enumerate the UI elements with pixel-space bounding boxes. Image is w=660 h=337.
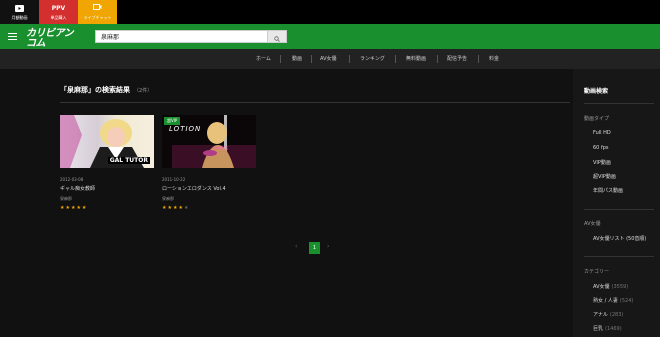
nav-divider (280, 55, 281, 63)
rating-stars-empty: ★ (183, 205, 190, 211)
search-icon (274, 27, 280, 46)
category-count: (283) (609, 312, 624, 318)
category-label: アナル (593, 312, 608, 318)
sidebar-item-full-hd[interactable]: Full HD (593, 130, 611, 136)
chevron-left-icon[interactable]: ‹ (295, 243, 297, 250)
sidebar-item-category[interactable]: アナル (283) (593, 311, 623, 318)
topbar-label: 単品購入 (50, 14, 67, 20)
vip-badge: 超VIP (164, 117, 181, 125)
nav-item-upcoming[interactable]: 配信予告 (447, 49, 467, 69)
search-box (95, 30, 287, 43)
nav-divider (395, 55, 396, 63)
live-chat-icon (93, 4, 102, 13)
sidebar-item-vip[interactable]: VIP動画 (593, 159, 611, 166)
category-label: AV女優 (593, 284, 610, 290)
video-actress[interactable]: 泉麻那 (162, 196, 256, 202)
nav-item-videos[interactable]: 動画 (292, 49, 302, 69)
rating-stars: ★★★★★ (60, 205, 154, 211)
sidebar-title: 動画検索 (584, 88, 609, 95)
video-card[interactable]: LOTION DANCE 超VIP 2011-10-22 ローションエロダンス … (162, 115, 256, 211)
video-card[interactable]: GAL TUTOR 2012-03-08 ギャル痴女教師 泉麻那 ★★★★★ (60, 115, 154, 211)
logo-wordmark: カリビアンコム (26, 28, 74, 49)
search-button[interactable] (267, 31, 286, 42)
sidebar-item-category[interactable]: 熟女 / 人妻 (524) (593, 297, 633, 304)
search-sidebar: 動画検索 動画タイプ Full HD 60 fps VIP動画 超VIP動画 年… (573, 69, 660, 337)
results-title: 「泉麻那」の検索結果 (60, 86, 130, 94)
play-icon (15, 4, 24, 13)
nav-divider (437, 55, 438, 63)
results-heading: 「泉麻那」の検索結果 （2件） (60, 85, 152, 95)
sidebar-item-category[interactable]: AV女優 (3559) (593, 283, 628, 290)
results-count: （2件） (134, 88, 153, 94)
sidebar-section-heading: カテゴリー (584, 269, 610, 275)
category-count: (524) (619, 298, 634, 304)
sidebar-section-heading: AV女優 (584, 221, 601, 227)
nav-item-ranking[interactable]: ランキング (360, 49, 385, 69)
category-count: (3559) (611, 284, 629, 290)
video-date: 2011-10-22 (162, 177, 186, 182)
nav-item-home[interactable]: ホーム (256, 49, 271, 69)
page-button-current[interactable]: 1 (309, 242, 320, 254)
nav-item-free-videos[interactable]: 無料動画 (406, 49, 426, 69)
category-label: 巨乳 (593, 326, 604, 332)
sidebar-item-category[interactable]: 巨乳 (1469) (593, 325, 622, 332)
menu-icon[interactable] (8, 33, 17, 40)
sidebar-item-super-vip[interactable]: 超VIP動画 (593, 173, 616, 180)
pagination: ‹ 1 › (290, 242, 340, 254)
video-title[interactable]: ギャル痴女教師 (60, 185, 154, 192)
topbar-label: 月額動画 (11, 14, 28, 20)
topbar-label: ライブチャット (83, 14, 112, 20)
divider (60, 102, 570, 103)
rating-stars: ★★★★★ (162, 205, 256, 211)
nav-divider (349, 55, 350, 63)
sidebar-item-60fps[interactable]: 60 fps (593, 145, 609, 151)
rating-stars-filled: ★★★★★ (60, 205, 88, 211)
nav-item-pricing[interactable]: 料金 (489, 49, 499, 69)
nav-divider (311, 55, 312, 63)
divider (584, 209, 654, 210)
thumbnail-subtitle-text: DANCE (214, 146, 229, 151)
nav-item-actresses[interactable]: AV女優 (320, 49, 337, 69)
site-header: カリビアンコム CARIBBEANCOM.COM (0, 24, 660, 54)
ppv-icon: PPV (51, 4, 66, 12)
top-service-bar: 月額動画 PPV 単品購入 ライブチャット (0, 0, 660, 24)
main-nav: ホーム 動画 AV女優 ランキング 無料動画 配信予告 料金 (0, 49, 660, 69)
video-thumbnail[interactable]: GAL TUTOR (60, 115, 154, 168)
topbar-live-chat-button[interactable]: ライブチャット (78, 0, 117, 24)
thumbnail-title-text: LOTION (169, 125, 202, 133)
search-input[interactable] (96, 31, 268, 42)
rating-stars-filled: ★★★★ (162, 205, 184, 211)
sidebar-section-heading: 動画タイプ (584, 116, 610, 122)
thumbnail-title-text: GAL TUTOR (107, 157, 150, 164)
category-label: 熟女 / 人妻 (593, 298, 618, 304)
topbar-ppv-button[interactable]: PPV 単品購入 (39, 0, 78, 24)
nav-divider (478, 55, 479, 63)
video-date: 2012-03-08 (60, 177, 84, 182)
site-logo[interactable]: カリビアンコム CARIBBEANCOM.COM (26, 29, 80, 54)
category-count: (1469) (605, 326, 622, 332)
chevron-right-icon[interactable]: › (327, 243, 329, 250)
sidebar-item-annual-pass[interactable]: 年間パス動画 (593, 187, 623, 194)
divider (584, 256, 654, 257)
divider (584, 103, 654, 104)
video-thumbnail[interactable]: LOTION DANCE 超VIP (162, 115, 256, 168)
video-title[interactable]: ローションエロダンス Vol.4 (162, 185, 256, 192)
topbar-monthly-video-button[interactable]: 月額動画 (0, 0, 39, 24)
sidebar-item-actress-list[interactable]: AV女優リスト (50音順) (593, 235, 646, 242)
video-actress[interactable]: 泉麻那 (60, 196, 154, 202)
